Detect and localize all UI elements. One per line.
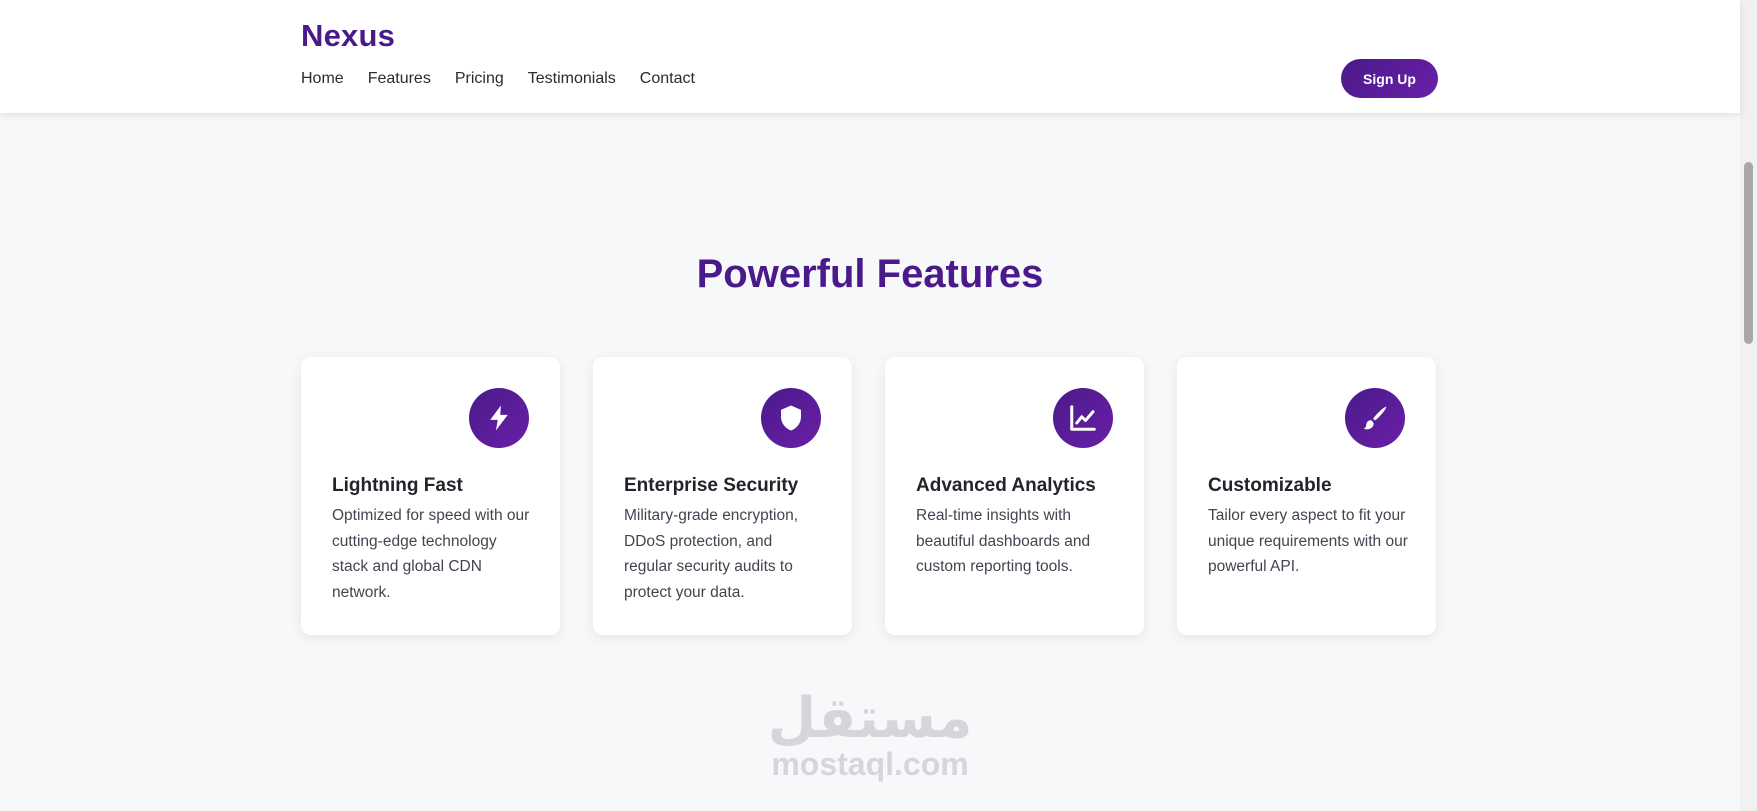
feature-title: Customizable bbox=[1208, 475, 1332, 496]
feature-title: Lightning Fast bbox=[332, 475, 463, 496]
vertical-scrollbar[interactable] bbox=[1740, 0, 1757, 811]
feature-card-enterprise-security: Enterprise Security Military-grade encry… bbox=[593, 357, 852, 635]
nav-link-contact[interactable]: Contact bbox=[640, 70, 695, 88]
feature-description: Optimized for speed with our cutting-edg… bbox=[332, 507, 530, 601]
feature-card-customizable: Customizable Tailor every aspect to fit … bbox=[1177, 357, 1436, 635]
nav-link-testimonials[interactable]: Testimonials bbox=[528, 70, 616, 88]
watermark-logo: مستقل mostaql.com bbox=[0, 686, 1740, 783]
site-header: Nexus Home Features Pricing Testimonials… bbox=[0, 0, 1740, 113]
main-nav: Home Features Pricing Testimonials Conta… bbox=[301, 70, 719, 88]
nav-link-features[interactable]: Features bbox=[368, 70, 431, 88]
feature-description: Real-time insights with beautiful dashbo… bbox=[916, 507, 1091, 575]
feature-card-lightning-fast: Lightning Fast Optimized for speed with … bbox=[301, 357, 560, 635]
logo[interactable]: Nexus bbox=[301, 18, 395, 54]
sign-up-button[interactable]: Sign Up bbox=[1341, 59, 1438, 98]
feature-title: Advanced Analytics bbox=[916, 475, 1096, 496]
shield-icon bbox=[761, 388, 821, 448]
scrollbar-thumb[interactable] bbox=[1744, 162, 1753, 344]
watermark-latin: mostaql.com bbox=[771, 746, 969, 782]
section-title: Powerful Features bbox=[696, 252, 1044, 296]
line-chart-icon bbox=[1053, 388, 1113, 448]
feature-description: Military-grade encryption, DDoS protecti… bbox=[624, 507, 799, 601]
feature-title: Enterprise Security bbox=[624, 475, 799, 496]
watermark-arabic: مستقل bbox=[767, 686, 973, 751]
feature-card-advanced-analytics: Advanced Analytics Real-time insights wi… bbox=[885, 357, 1144, 635]
nav-link-pricing[interactable]: Pricing bbox=[455, 70, 504, 88]
nav-link-home[interactable]: Home bbox=[301, 70, 344, 88]
paint-brush-icon bbox=[1345, 388, 1405, 448]
lightning-bolt-icon bbox=[469, 388, 529, 448]
feature-description: Tailor every aspect to fit your unique r… bbox=[1208, 507, 1408, 575]
